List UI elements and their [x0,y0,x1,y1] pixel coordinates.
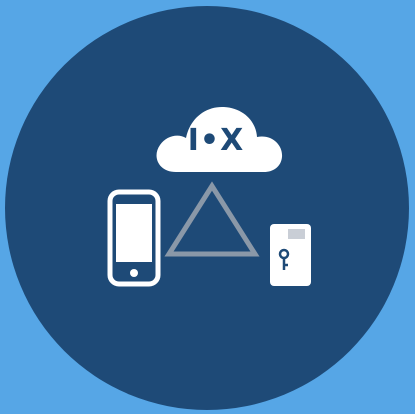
phone-screen [116,204,152,262]
logo-text: I•X [188,123,244,158]
key-card-icon [270,224,311,286]
connectivity-illustration: I•X [0,0,415,414]
illustration: I•X [0,0,415,414]
key-card-window [288,229,305,239]
phone-home-button [130,269,138,277]
background-circle [5,6,409,410]
